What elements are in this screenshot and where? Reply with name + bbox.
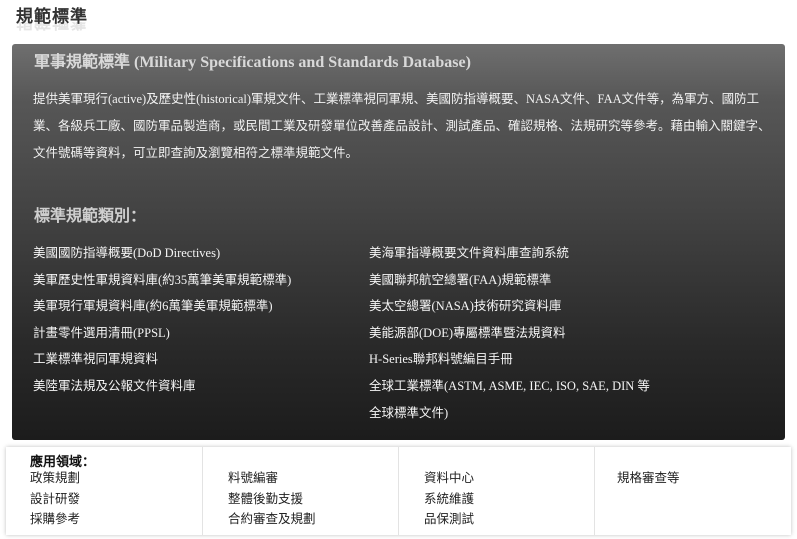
category-item-faa[interactable]: 美國聯邦航空總署(FAA)規範標準: [369, 267, 659, 294]
apps-item: 設計研發: [30, 491, 81, 506]
apps-item: 料號編審: [228, 471, 279, 485]
apps-item: 資料中心: [424, 471, 475, 485]
page-title-reflection: 規範標準: [16, 22, 88, 36]
category-item-nasa[interactable]: 美太空總署(NASA)技術研究資料庫: [369, 293, 659, 320]
category-item-global-standards[interactable]: 全球工業標準(ASTM, ASME, IEC, ISO, SAE, DIN 等全…: [369, 373, 659, 426]
apps-column-1: 應用領域： 政策規劃 設計研發 採購參考: [6, 447, 201, 535]
apps-list-2: 料號編審 整體後勤支援 合約審查及規劃: [228, 468, 316, 530]
category-item-navy-directives[interactable]: 美海軍指導概要文件資料庫查詢系統: [369, 240, 659, 267]
category-item-active-milspec[interactable]: 美軍現行軍規資料庫(約6萬筆美軍規範標準): [33, 293, 353, 320]
category-item-doe[interactable]: 美能源部(DOE)專屬標準暨法規資料: [369, 320, 659, 347]
category-list-left: 美國國防指導概要(DoD Directives) 美軍歷史性軍規資料庫(約35萬…: [33, 240, 353, 400]
category-item-h-series[interactable]: H-Series聯邦料號編目手冊: [369, 346, 659, 373]
category-item-historical-milspec[interactable]: 美軍歷史性軍規資料庫(約35萬筆美軍規範標準): [33, 267, 353, 294]
category-item-industry-standards[interactable]: 工業標準視同軍規資料: [33, 346, 353, 373]
apps-item: 規格審查等: [617, 471, 680, 485]
category-list-right: 美海軍指導概要文件資料庫查詢系統 美國聯邦航空總署(FAA)規範標準 美太空總署…: [369, 240, 659, 426]
category-item-ppsl[interactable]: 計畫零件選用清冊(PPSL): [33, 320, 353, 347]
apps-item: 合約審查及規劃: [228, 512, 316, 526]
panel-heading: 軍事規範標準 (Military Specifications and Stan…: [34, 54, 471, 71]
apps-item: 系統維護: [424, 491, 475, 506]
apps-list-3: 資料中心 系統維護 品保測試: [424, 468, 474, 530]
apps-list-4: 規格審查等: [617, 468, 680, 489]
category-item-dod-directives[interactable]: 美國國防指導概要(DoD Directives): [33, 240, 353, 267]
category-item-army-regulations[interactable]: 美陸軍法規及公報文件資料庫: [33, 373, 353, 400]
apps-list-1: 政策規劃 設計研發 採購參考: [30, 468, 80, 530]
apps-item: 品保測試: [424, 512, 475, 526]
apps-column-2: 料號編審 整體後勤支援 合約審查及規劃: [202, 447, 398, 535]
database-panel: 軍事規範標準 (Military Specifications and Stan…: [12, 44, 785, 440]
apps-item: 整體後勤支援: [228, 491, 304, 506]
apps-column-3: 資料中心 系統維護 品保測試: [398, 447, 594, 535]
application-areas: 應用領域： 政策規劃 設計研發 採購參考 料號編審 整體後勤支援 合約審查及規劃…: [6, 447, 791, 535]
panel-description: 提供美軍現行(active)及歷史性(historical)軍規文件、工業標準視…: [33, 92, 771, 160]
apps-item: 政策規劃: [30, 471, 81, 485]
categories-heading: 標準規範類別：: [34, 208, 147, 225]
apps-item: 採購參考: [30, 512, 81, 526]
apps-column-4: 規格審查等: [594, 447, 792, 535]
